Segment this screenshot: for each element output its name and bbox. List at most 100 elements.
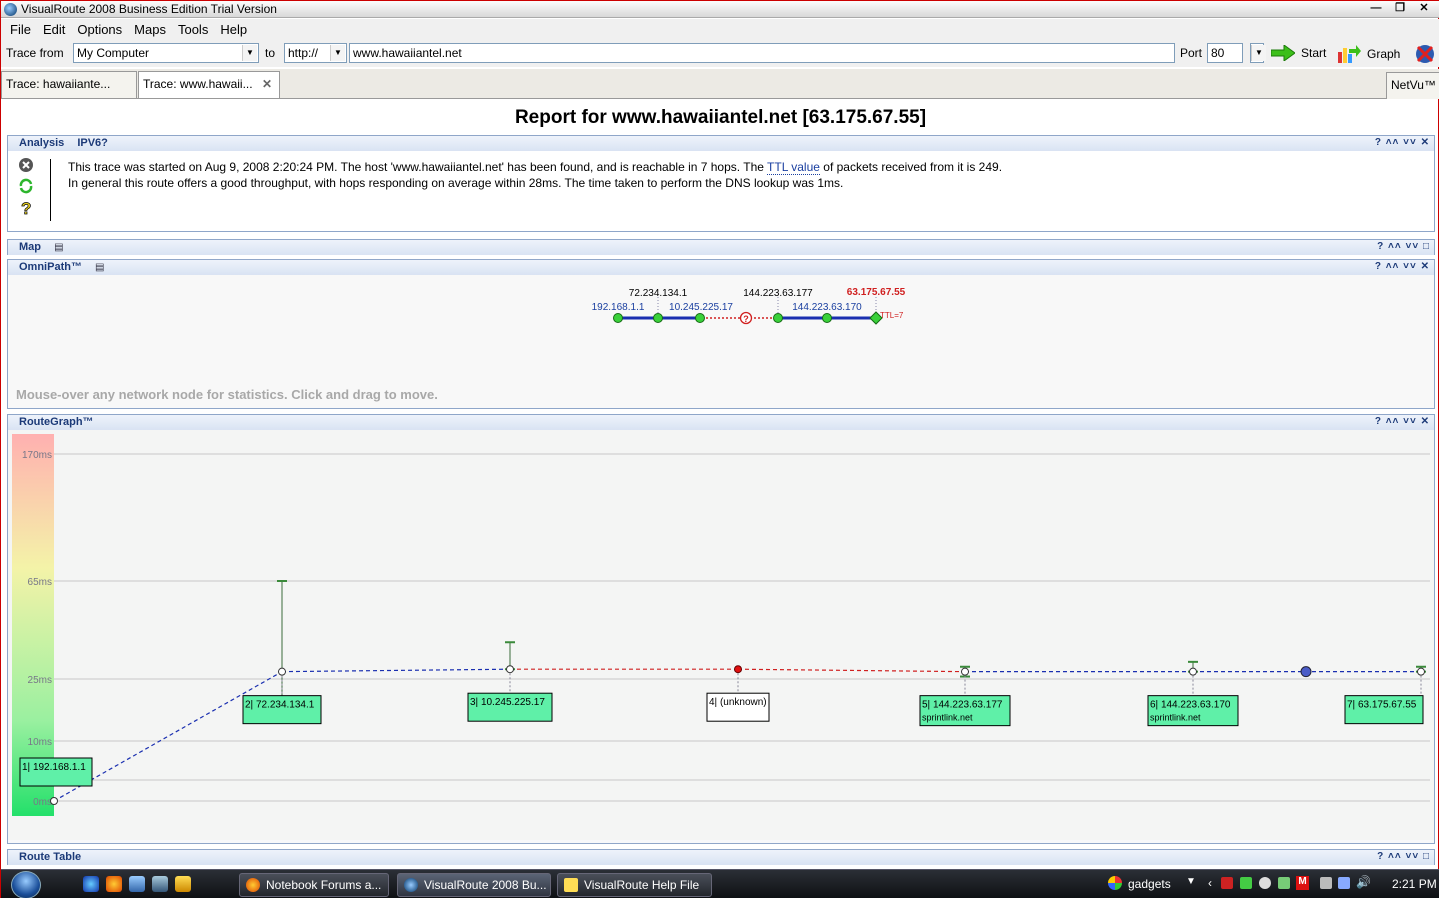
start-button[interactable]: Start [1271,45,1326,61]
port-label: Port [1180,46,1203,60]
route-graph[interactable]: 170ms 65ms 25ms 10ms 0ms 1| 192.168.1.1 2| 72… [8,430,1434,840]
routegraph-title[interactable]: RouteGraph™ [19,416,94,428]
menu-file[interactable]: File [4,22,37,37]
close-window-button[interactable]: ✕ [1412,1,1436,16]
port-dropdown[interactable]: ▼ [1250,43,1266,63]
tray-app-icon[interactable] [1240,877,1252,889]
chevron-down-icon[interactable]: ▼ [1186,876,1196,887]
graph-button[interactable]: Graph [1337,45,1400,63]
node-hop-2[interactable] [653,313,663,323]
trace-from-select[interactable]: My Computer ▼ [73,43,259,63]
hop-label: 7| 63.175.67.55 [1347,700,1417,711]
start-button[interactable] [11,871,41,898]
hop-label: 3| 10.245.225.17 [470,697,545,708]
start-label: Start [1301,46,1327,60]
menu-tools[interactable]: Tools [172,22,214,37]
node-hop-3[interactable] [695,313,705,323]
panel-controls[interactable]: ? ˄˄ ˅˅ ✕ [1375,136,1430,150]
clock[interactable]: 2:21 PM [1392,877,1437,891]
gadgets-icon[interactable] [1108,876,1122,890]
omnipath-title[interactable]: OmniPath™ [19,261,82,273]
hop-label: 1| 192.168.1.1 [22,762,86,773]
ttl-value-link[interactable]: TTL value [767,160,820,175]
tab-label: Trace: www.hawaii... [143,77,253,91]
help-icon[interactable]: ? [16,199,36,220]
app-icon [4,3,17,16]
panel-controls[interactable]: ? ˄˄ ˅˅ □ [1377,850,1430,864]
minimize-button[interactable]: — [1364,1,1388,16]
system-tray: gadgets ▼ ‹ M 🔊 2:21 PM [1090,870,1439,898]
volume-icon[interactable]: 🔊 [1356,875,1371,889]
tray-app-icon[interactable] [1259,877,1271,889]
hop-point [961,667,969,676]
y-tick-label: 65ms [28,577,52,588]
refresh-icon[interactable] [16,178,36,199]
omni-label-bottom: 144.223.63.170 [792,302,862,313]
node-hop-6[interactable] [822,313,832,323]
task-notebook-forums[interactable]: Notebook Forums a... [239,873,389,897]
divider [50,159,51,221]
stop-icon[interactable] [1412,43,1438,65]
y-tick-label: 0ms [33,797,52,808]
window-switch-icon[interactable] [152,876,168,892]
report-title: Report for www.hawaiiantel.net [63.175.6… [514,107,927,128]
network-icon[interactable] [1338,877,1350,889]
desktop-icon[interactable] [129,876,145,892]
map-header[interactable]: Map ▤ ? ˄˄ ˅˅ □ [8,240,1434,255]
protocol-select[interactable]: http:// ▼ [284,43,347,63]
tray-app-icon[interactable] [1221,877,1233,889]
firefox-icon[interactable] [106,876,122,892]
media-player-icon[interactable] [175,876,191,892]
tab-bar: Trace: hawaiiante... Trace: www.hawaii..… [1,69,1439,99]
omni-label-destination: 63.175.67.55 [847,287,906,298]
port-input[interactable]: 80 [1207,43,1243,63]
panel-controls[interactable]: ? ˄˄ ˅˅ ✕ [1375,260,1430,274]
close-circle-icon[interactable] [16,157,36,178]
analysis-text: This trace was started on Aug 9, 2008 2:… [68,159,1002,191]
menu-bar: File Edit Options Maps Tools Help [1,19,1439,40]
menu-maps[interactable]: Maps [128,22,172,37]
y-tick-label: 170ms [22,450,52,461]
route-table-title[interactable]: Route Table [19,851,81,863]
list-icon[interactable]: ▤ [54,241,63,255]
menu-edit[interactable]: Edit [37,22,71,37]
menu-options[interactable]: Options [71,22,128,37]
menu-help[interactable]: Help [214,22,253,37]
close-icon[interactable]: ✕ [262,77,272,91]
hop-label: 5| 144.223.63.177 [922,700,1003,711]
tab-trace-1[interactable]: Trace: hawaiiante... [1,71,137,98]
mcafee-icon[interactable]: M [1296,876,1309,890]
hop-point [50,797,58,805]
omni-label-bottom: 10.245.225.17 [669,302,733,313]
route-table-header[interactable]: Route Table ? ˄˄ ˅˅ □ [8,850,1434,865]
chevron-left-icon[interactable]: ‹ [1208,876,1212,890]
analysis-line1-end: of packets received from it is 249. [819,160,1003,174]
chevron-down-icon[interactable]: ▼ [242,45,257,61]
trace-from-label: Trace from [6,46,64,60]
tab-trace-2[interactable]: Trace: www.hawaii... ✕ [138,71,280,98]
chevron-down-icon[interactable]: ▼ [1251,45,1266,61]
netvu-button[interactable]: NetVu™ [1386,72,1439,99]
trace-from-value: My Computer [77,46,150,60]
ie-icon[interactable] [83,876,99,892]
task-help-file[interactable]: VisualRoute Help File [557,873,712,897]
chevron-down-icon[interactable]: ▼ [330,45,345,61]
hop-point [1417,667,1425,676]
list-icon[interactable]: ▤ [95,261,104,275]
url-input[interactable]: www.hawaiiantel.net [349,43,1175,63]
graph-label: Graph [1367,47,1401,61]
analysis-title[interactable]: Analysis [19,137,64,149]
analysis-panel: Analysis IPV6? ? ˄˄ ˅˅ ✕ ? This trace wa… [7,135,1435,232]
node-hop-1[interactable] [613,313,623,323]
tray-app-icon[interactable] [1278,877,1290,889]
node-hop-5[interactable] [773,313,783,323]
y-tick-label: 10ms [28,737,52,748]
map-title[interactable]: Map [19,241,41,253]
maximize-button[interactable]: ❐ [1388,1,1412,16]
battery-icon[interactable] [1320,877,1332,889]
panel-controls[interactable]: ? ˄˄ ˅˅ □ [1377,240,1430,254]
panel-controls[interactable]: ? ˄˄ ˅˅ ✕ [1375,415,1430,429]
ipv6-link[interactable]: IPV6? [77,137,108,149]
task-visualroute[interactable]: VisualRoute 2008 Bu... [397,873,551,897]
gadgets-label[interactable]: gadgets [1128,877,1171,891]
